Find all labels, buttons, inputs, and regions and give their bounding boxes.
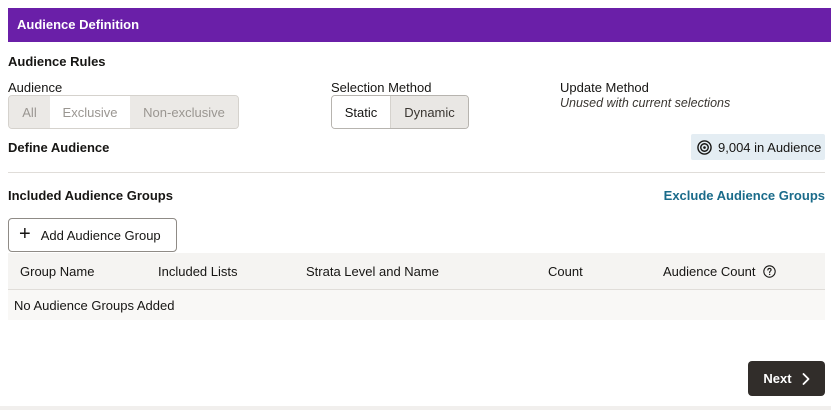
plus-icon: + bbox=[19, 223, 31, 245]
audience-segmented-control: All Exclusive Non-exclusive bbox=[8, 95, 239, 129]
empty-table-message: No Audience Groups Added bbox=[14, 298, 175, 313]
table-header-row: Group Name Included Lists Strata Level a… bbox=[8, 253, 825, 290]
audience-count-column-label[interactable]: Audience Count bbox=[663, 264, 756, 279]
next-button-label: Next bbox=[763, 371, 792, 386]
selection-method-label: Selection Method bbox=[331, 80, 432, 95]
target-icon bbox=[697, 139, 712, 155]
audience-definition-page: Audience Definition Audience Rules Audie… bbox=[0, 0, 831, 410]
chevron-right-icon bbox=[802, 372, 809, 385]
included-groups-title: Included Audience Groups bbox=[8, 188, 173, 203]
table-empty-row: No Audience Groups Added bbox=[8, 290, 825, 320]
column-header-strata-level[interactable]: Strata Level and Name bbox=[306, 264, 439, 279]
bottom-divider bbox=[0, 406, 831, 410]
update-method-value: Unused with current selections bbox=[560, 96, 731, 110]
column-header-count[interactable]: Count bbox=[548, 264, 583, 279]
audience-option-non-exclusive[interactable]: Non-exclusive bbox=[130, 96, 238, 128]
selection-option-static[interactable]: Static bbox=[332, 96, 391, 128]
page-header: Audience Definition bbox=[8, 8, 831, 42]
audience-option-exclusive[interactable]: Exclusive bbox=[50, 96, 130, 128]
audience-count-text: 9,004 in Audience bbox=[718, 139, 822, 155]
audience-option-all[interactable]: All bbox=[9, 96, 50, 128]
audience-groups-table: Group Name Included Lists Strata Level a… bbox=[8, 253, 825, 320]
column-header-group-name[interactable]: Group Name bbox=[20, 264, 94, 279]
define-audience-title: Define Audience bbox=[8, 140, 110, 155]
help-icon[interactable] bbox=[763, 265, 776, 278]
add-audience-group-button[interactable]: + Add Audience Group bbox=[8, 218, 177, 252]
column-header-included-lists[interactable]: Included Lists bbox=[158, 264, 238, 279]
section-divider bbox=[8, 172, 825, 173]
next-button[interactable]: Next bbox=[748, 361, 825, 396]
selection-method-segmented-control: Static Dynamic bbox=[331, 95, 469, 129]
column-header-audience-count: Audience Count bbox=[663, 264, 776, 279]
audience-rules-title: Audience Rules bbox=[8, 54, 106, 69]
exclude-audience-groups-link[interactable]: Exclude Audience Groups bbox=[664, 188, 825, 203]
audience-count-badge: 9,004 in Audience bbox=[691, 134, 825, 160]
selection-option-dynamic[interactable]: Dynamic bbox=[391, 96, 468, 128]
audience-label: Audience bbox=[8, 80, 63, 95]
update-method-label: Update Method bbox=[560, 80, 649, 95]
add-audience-group-label: Add Audience Group bbox=[40, 227, 161, 243]
page-title: Audience Definition bbox=[17, 17, 140, 32]
